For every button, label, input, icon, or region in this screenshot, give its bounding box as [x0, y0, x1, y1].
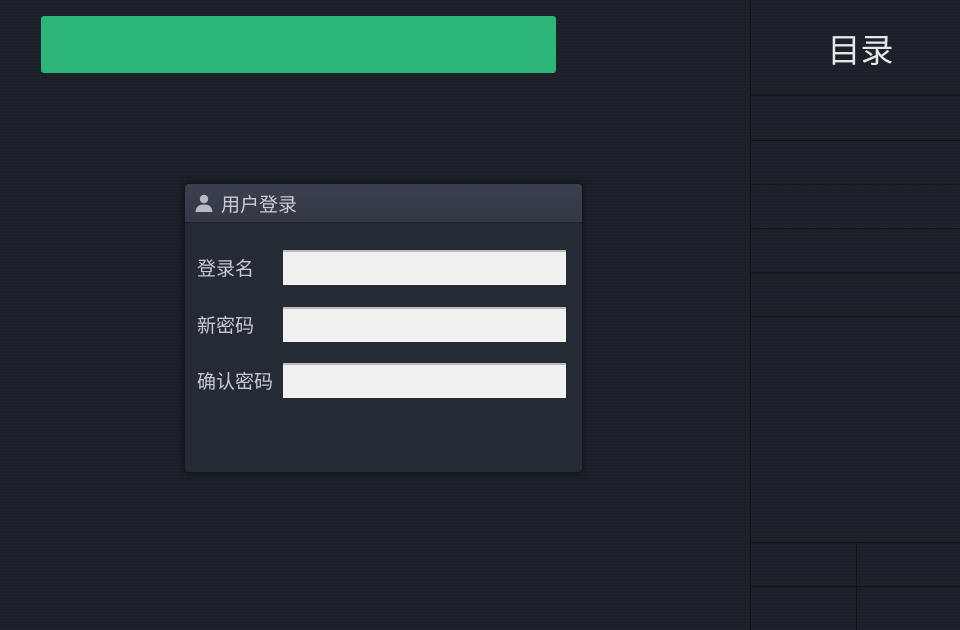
sidebar-item-5[interactable] [751, 273, 960, 317]
new-password-label: 新密码 [197, 315, 255, 337]
sidebar: 目录 [750, 0, 960, 630]
sidebar-item-1[interactable] [751, 97, 960, 141]
login-name-label: 登录名 [197, 258, 255, 280]
new-password-row: 新密码 [197, 307, 566, 342]
sidebar-item-2[interactable] [751, 141, 960, 185]
new-password-input[interactable] [283, 307, 566, 342]
sidebar-item-3[interactable] [751, 185, 960, 229]
grid-cell[interactable] [751, 586, 857, 630]
grid-cell[interactable] [857, 542, 960, 586]
login-panel: 用户登录 登录名 新密码 确认密码 [184, 183, 583, 473]
confirm-password-label: 确认密码 [197, 371, 274, 393]
user-icon [194, 193, 214, 213]
login-name-row: 登录名 [197, 250, 566, 285]
sidebar-item-4[interactable] [751, 229, 960, 273]
login-panel-title: 用户登录 [221, 193, 298, 216]
confirm-password-input[interactable] [283, 363, 566, 398]
grid-cell[interactable] [857, 586, 960, 630]
page: 用户登录 登录名 新密码 确认密码 目录 [0, 0, 960, 630]
login-name-input[interactable] [283, 250, 566, 285]
grid-cell[interactable] [751, 542, 857, 586]
login-panel-header: 用户登录 [185, 184, 582, 223]
confirm-password-row: 确认密码 [197, 363, 566, 398]
green-banner-button[interactable] [41, 16, 556, 73]
sidebar-title: 目录 [751, 0, 960, 96]
